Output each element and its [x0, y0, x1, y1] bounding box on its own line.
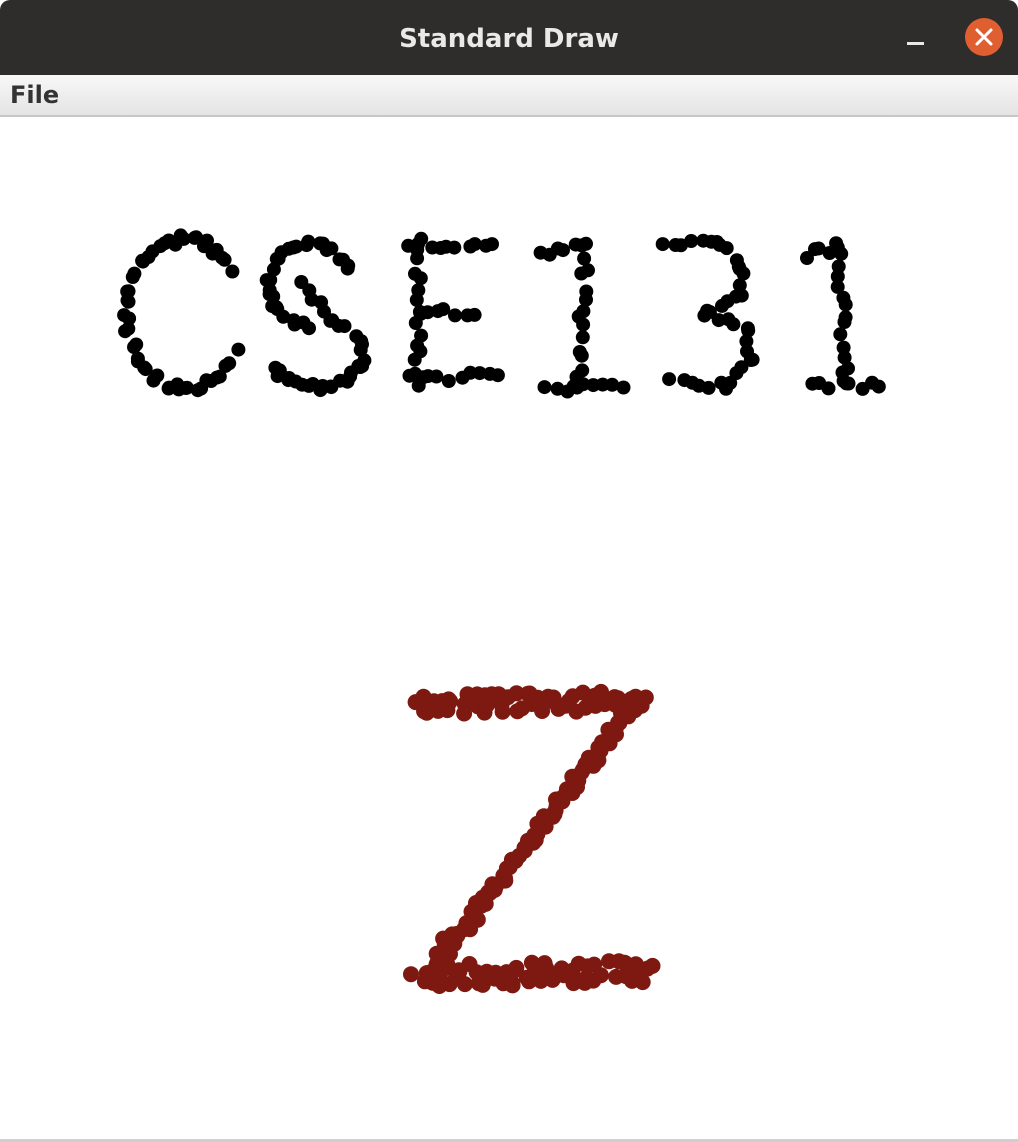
dot-letter-1: [556, 243, 570, 258]
dot-letter-c: [137, 360, 152, 375]
dot-letter-3: [734, 288, 749, 303]
minimize-icon: [907, 42, 924, 45]
dot-letter-3: [714, 375, 729, 390]
dot-letter-1: [575, 330, 590, 345]
dot-letter-e: [441, 374, 456, 388]
dot-letter-c: [117, 308, 132, 323]
dot-letter-e: [411, 237, 425, 252]
dot-letter-e: [413, 271, 428, 286]
menu-bar: File: [0, 75, 1018, 117]
dot-letter-c: [146, 373, 161, 388]
dot-letter-3: [684, 234, 699, 248]
dot-letter-c: [127, 266, 142, 281]
dot-letter-c: [218, 358, 233, 373]
dot-letter-e: [485, 237, 499, 252]
dot-letter-z: [403, 966, 419, 983]
dot-letter-1b: [838, 297, 853, 312]
title-bar[interactable]: Standard Draw: [0, 0, 1018, 75]
dot-letter-e: [447, 240, 462, 255]
dot-letter-1b: [834, 246, 849, 261]
dot-letter-e: [490, 368, 505, 383]
dot-letter-z: [456, 976, 473, 993]
dot-letter-1: [616, 380, 631, 395]
dot-letter-s: [337, 319, 352, 334]
dot-letter-z: [644, 957, 661, 974]
cse131-dotted-text: [117, 228, 886, 399]
dot-letter-z: [592, 967, 609, 984]
dot-letter-1: [574, 238, 589, 253]
dot-letter-1: [574, 266, 589, 281]
dot-letter-1b: [871, 379, 886, 394]
dot-letter-z: [634, 974, 651, 991]
window-title: Standard Draw: [399, 24, 619, 54]
dot-letter-3: [700, 303, 715, 318]
dot-letter-e: [436, 302, 451, 317]
dot-letter-1b: [833, 327, 848, 342]
dot-letter-z: [494, 703, 511, 720]
dot-letter-z: [534, 703, 551, 719]
dot-letter-c: [121, 294, 136, 309]
dot-letter-z: [473, 897, 490, 914]
standard-draw-window: Standard Draw File: [0, 0, 1018, 1142]
dot-letter-z: [504, 975, 521, 992]
dot-letter-1: [537, 380, 552, 395]
dot-letter-c: [189, 230, 204, 245]
dot-letter-s: [313, 236, 328, 251]
dot-letter-1b: [841, 376, 856, 391]
dot-letter-3: [736, 266, 751, 281]
dot-letter-c: [135, 254, 150, 269]
dot-letter-c: [225, 264, 240, 279]
dot-letter-z: [478, 697, 495, 714]
dot-letter-1: [574, 348, 589, 363]
dot-letter-1b: [837, 315, 852, 329]
dot-letter-3: [677, 373, 692, 388]
menu-file[interactable]: File: [8, 75, 61, 115]
dot-letter-e: [402, 368, 417, 383]
dot-letter-s: [268, 360, 283, 375]
dot-letter-e: [409, 292, 424, 307]
drawing-surface: [117, 228, 886, 994]
dot-letter-3: [719, 241, 734, 256]
dot-letter-e: [448, 308, 462, 323]
dot-letter-1b: [821, 381, 836, 396]
z-dotted-letter: [403, 683, 661, 994]
dot-letter-s: [262, 287, 277, 302]
dot-letter-c: [118, 324, 133, 339]
dot-letter-z: [516, 839, 533, 856]
drawing-canvas[interactable]: [0, 117, 1018, 1140]
dot-letter-3: [662, 372, 677, 387]
minimize-button[interactable]: [902, 24, 930, 52]
dot-letter-e: [410, 251, 425, 266]
dot-letter-3: [655, 237, 670, 252]
close-button[interactable]: [965, 18, 1003, 56]
dot-letter-c: [179, 381, 193, 395]
dot-letter-3: [726, 317, 741, 332]
dot-letter-s: [302, 321, 316, 336]
dot-letter-e: [407, 352, 422, 367]
dot-letter-3: [715, 298, 729, 313]
close-icon: [975, 28, 993, 46]
dot-letter-3: [740, 321, 755, 336]
dot-letter-c: [129, 337, 144, 352]
dot-letter-1: [576, 317, 591, 332]
dot-letter-e: [429, 369, 444, 384]
dot-letter-e: [467, 307, 482, 322]
dot-letter-c: [231, 342, 246, 357]
dot-letter-z: [439, 702, 456, 719]
